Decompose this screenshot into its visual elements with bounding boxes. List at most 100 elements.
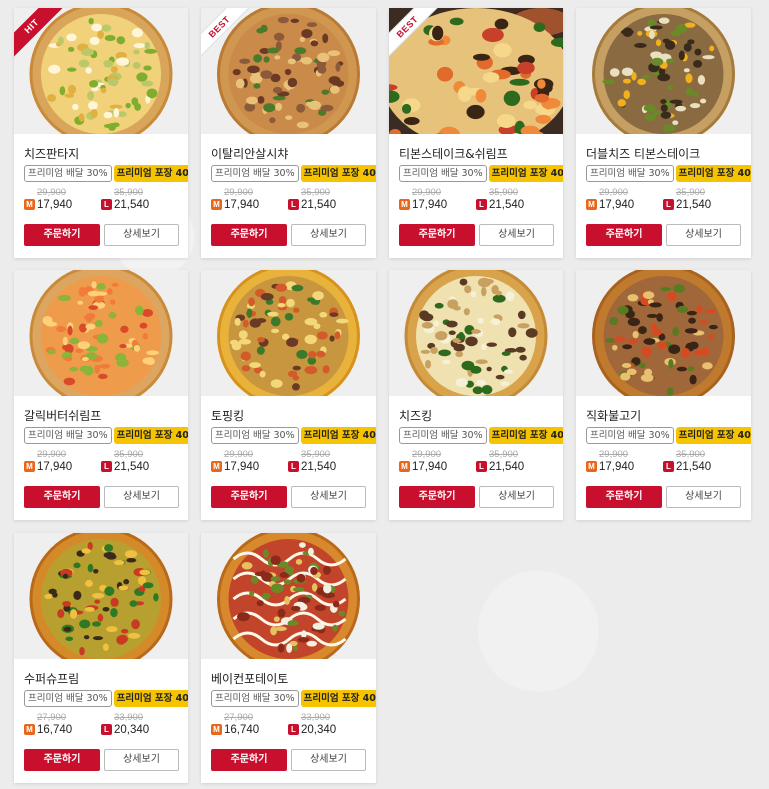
size-m-badge: M [586, 461, 597, 472]
size-l-badge: L [663, 461, 674, 472]
delivery-discount-tag: 프리미엄 배달 30% [211, 690, 299, 707]
delivery-discount-tag: 프리미엄 배달 30% [24, 690, 112, 707]
size-l-price: 35,900 L 21,540 [476, 187, 546, 212]
delivery-discount-tag: 프리미엄 배달 30% [399, 165, 487, 182]
product-image[interactable] [14, 270, 188, 396]
product-image[interactable]: HIT [14, 8, 188, 134]
product-name[interactable]: 티본스테이크&쉬림프 [399, 146, 508, 162]
detail-button[interactable]: 상세보기 [291, 486, 366, 508]
detail-button[interactable]: 상세보기 [291, 224, 366, 246]
double-cheese-tbone-pizza [592, 8, 735, 134]
product-image[interactable] [576, 8, 751, 134]
product-name[interactable]: 더블치즈 티본스테이크 [586, 146, 700, 162]
promo-tags: 프리미엄 배달 30%프리미엄 포장 40% [24, 165, 188, 184]
order-button[interactable]: 주문하기 [24, 486, 100, 508]
original-price: 29,900 [412, 449, 442, 460]
sale-price-line: M 17,940 [399, 198, 469, 212]
size-m-price: 29,900 M 17,940 [399, 449, 469, 474]
order-button[interactable]: 주문하기 [211, 486, 287, 508]
order-button[interactable]: 주문하기 [24, 749, 100, 771]
sale-price-line: L 21,540 [663, 198, 733, 212]
detail-button[interactable]: 상세보기 [291, 749, 366, 771]
super-supreme-pizza [29, 533, 173, 659]
size-m-price: 29,900 M 17,940 [24, 187, 94, 212]
product-image[interactable] [201, 270, 376, 396]
size-m-price: 27,900 M 16,740 [211, 712, 281, 737]
delivery-discount-tag: 프리미엄 배달 30% [24, 427, 112, 444]
order-button[interactable]: 주문하기 [586, 486, 662, 508]
sale-price-line: M 16,740 [211, 723, 281, 737]
size-m-badge: M [24, 724, 35, 735]
detail-button[interactable]: 상세보기 [666, 224, 741, 246]
product-card: 토핑킹프리미엄 배달 30%프리미엄 포장 40% 29,900M17,940 35… [201, 270, 376, 520]
sale-price: 21,540 [489, 199, 525, 211]
product-image[interactable] [14, 533, 188, 659]
order-button[interactable]: 주문하기 [586, 224, 662, 246]
size-l-badge: L [288, 199, 299, 210]
product-name[interactable]: 수퍼슈프림 [24, 671, 79, 687]
sale-price-line: M 17,940 [24, 460, 94, 474]
product-card: HIT 치즈판타지프리미엄 배달 30%프리미엄 포장 40% 29,900M17,… [14, 8, 188, 258]
product-name[interactable]: 치즈킹 [399, 408, 432, 424]
product-name[interactable]: 갈릭버터쉬림프 [24, 408, 101, 424]
order-button[interactable]: 주문하기 [24, 224, 100, 246]
size-l-price: 35,900 L 21,540 [663, 187, 733, 212]
product-image[interactable] [389, 270, 563, 396]
product-name[interactable]: 토핑킹 [211, 408, 244, 424]
product-image[interactable]: BEST [201, 8, 376, 134]
sale-price-line: M 17,940 [211, 460, 281, 474]
product-name[interactable]: 치즈판타지 [24, 146, 79, 162]
sale-price: 21,540 [301, 461, 337, 473]
product-image[interactable] [576, 270, 751, 396]
original-price: 29,900 [412, 187, 442, 198]
fire-bulgogi-pizza [592, 270, 735, 396]
detail-button[interactable]: 상세보기 [104, 224, 179, 246]
size-m-price: 29,900 M 17,940 [399, 187, 469, 212]
product-image[interactable]: BEST [389, 8, 563, 134]
sale-price: 20,340 [114, 724, 150, 736]
sale-price-line: M 17,940 [586, 198, 656, 212]
order-button[interactable]: 주문하기 [211, 224, 287, 246]
sale-price-line: L 21,540 [101, 198, 171, 212]
pickup-discount-tag: 프리미엄 포장 40% [113, 690, 188, 707]
product-name[interactable]: 직화불고기 [586, 408, 641, 424]
detail-button[interactable]: 상세보기 [104, 486, 179, 508]
sale-price-line: M 16,740 [24, 723, 94, 737]
delivery-discount-tag: 프리미엄 배달 30% [211, 165, 299, 182]
price-row: 29,900 M 17,940 35,900 L 21,540 [211, 187, 371, 213]
order-button[interactable]: 주문하기 [399, 486, 475, 508]
sale-price-line: L 20,340 [101, 723, 171, 737]
original-price: 35,900 [676, 449, 706, 460]
product-image[interactable] [201, 533, 376, 659]
promo-tags: 프리미엄 배달 30%프리미엄 포장 40% [24, 690, 188, 709]
pickup-discount-tag: 프리미엄 포장 40% [113, 427, 188, 444]
size-m-badge: M [211, 461, 222, 472]
product-name[interactable]: 베이컨포테이토 [211, 671, 288, 687]
product-card: 더블치즈 티본스테이크프리미엄 배달 30%프리미엄 포장 40% 29,900M… [576, 8, 751, 258]
size-l-price: 35,900 L 21,540 [663, 449, 733, 474]
sale-price-line: L 21,540 [476, 460, 546, 474]
product-card: 수퍼슈프림프리미엄 배달 30%프리미엄 포장 40% 27,900M16,740… [14, 533, 188, 783]
size-m-badge: M [211, 199, 222, 210]
order-button[interactable]: 주문하기 [211, 749, 287, 771]
size-l-badge: L [288, 724, 299, 735]
sale-price-line: L 21,540 [101, 460, 171, 474]
promo-tags: 프리미엄 배달 30%프리미엄 포장 40% [399, 427, 563, 446]
sale-price-line: M 17,940 [211, 198, 281, 212]
detail-button[interactable]: 상세보기 [104, 749, 179, 771]
detail-button[interactable]: 상세보기 [666, 486, 741, 508]
size-l-badge: L [101, 724, 112, 735]
price-row: 29,900 M 17,940 35,900 L 21,540 [586, 449, 746, 475]
sale-price-line: M 17,940 [586, 460, 656, 474]
sale-price-line: L 21,540 [288, 460, 358, 474]
pickup-discount-tag: 프리미엄 포장 40% [300, 690, 376, 707]
product-name[interactable]: 이탈리안살시챠 [211, 146, 288, 162]
sale-price-line: L 20,340 [288, 723, 358, 737]
original-price: 35,900 [489, 187, 519, 198]
sale-price: 17,940 [412, 199, 448, 211]
detail-button[interactable]: 상세보기 [479, 224, 554, 246]
size-l-price: 35,900 L 21,540 [288, 187, 358, 212]
order-button[interactable]: 주문하기 [399, 224, 475, 246]
detail-button[interactable]: 상세보기 [479, 486, 554, 508]
original-price: 33,900 [114, 712, 144, 723]
